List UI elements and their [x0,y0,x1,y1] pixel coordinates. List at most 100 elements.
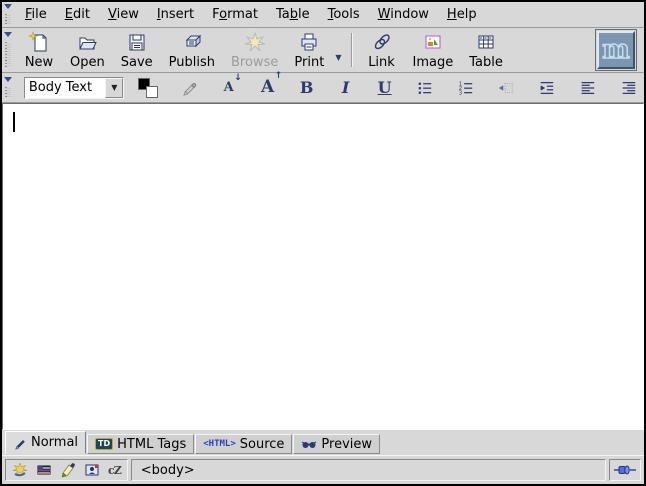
print-dropdown-arrow[interactable]: ▼ [332,53,344,62]
menu-edit[interactable]: Edit [58,5,97,24]
align-right-button[interactable] [618,76,640,100]
toolbar-grippy[interactable] [3,76,13,99]
navigator-icon[interactable] [12,462,28,478]
underline-icon: U [378,80,392,96]
tab-preview[interactable]: Preview [293,434,380,454]
tab-preview-label: Preview [321,437,372,452]
new-label: New [25,55,53,70]
indent-button[interactable] [536,76,558,100]
bullet-list-icon [416,78,434,98]
address-book-icon[interactable] [84,462,100,478]
paragraph-style-select[interactable]: Body Text ▼ [24,77,124,99]
component-bar: cZ [5,459,128,481]
composer-icon[interactable] [60,462,76,478]
link-button[interactable]: Link [359,28,405,73]
highlight-color-button[interactable] [178,76,200,100]
menu-file[interactable]: File [18,5,54,24]
menu-help[interactable]: Help [440,5,484,24]
align-left-button[interactable] [577,76,599,100]
menu-tools[interactable]: Tools [321,5,367,24]
indent-icon [538,78,556,98]
save-label: Save [121,55,153,70]
tab-html-tags-label: HTML Tags [117,437,186,452]
smaller-font-icon: A↓ [224,81,234,94]
mozilla-throbber[interactable]: m [597,31,635,69]
underline-button[interactable]: U [375,76,395,100]
main-toolbar: New Open Save [2,28,644,73]
print-icon [298,31,320,53]
toolbar-separator [351,33,353,67]
numbered-list-icon: 1 2 3 [457,78,475,98]
edit-mode-tabbar: Normal TD HTML Tags <HTML> Source Previe… [2,430,644,455]
publish-icon [181,31,203,53]
bold-button[interactable]: B [297,76,317,100]
text-caret [13,112,15,132]
new-button[interactable]: New [16,28,62,73]
print-button[interactable]: Print [286,28,332,73]
chatzilla-icon[interactable]: cZ [108,464,121,477]
element-path-text: <body> [141,463,195,478]
browse-icon [244,31,266,53]
text-color-picker[interactable] [137,77,158,99]
open-folder-icon [76,31,98,53]
online-status-panel [609,459,641,481]
image-label: Image [413,55,454,70]
outdent-icon [497,78,515,98]
italic-button[interactable]: I [336,76,356,100]
tab-normal-label: Normal [31,435,78,450]
preview-glasses-icon [301,437,317,451]
mail-icon[interactable] [36,462,52,478]
combo-dropdown-arrow[interactable]: ▼ [105,78,123,98]
tab-html-tags[interactable]: TD HTML Tags [87,434,194,454]
publish-label: Publish [169,55,215,70]
menu-format[interactable]: Format [205,5,265,24]
image-icon [422,31,444,53]
background-color-swatch[interactable] [146,86,158,98]
smaller-font-button[interactable]: A↓ [219,76,239,100]
browse-button[interactable]: Browse [223,28,286,73]
table-icon [475,31,497,53]
print-label: Print [294,55,324,70]
new-page-icon [28,31,50,53]
link-icon [371,31,393,53]
html-source-icon: <HTML> [203,439,236,449]
table-label: Table [469,55,503,70]
open-label: Open [70,55,105,70]
bullet-list-button[interactable] [414,76,436,100]
td-tag-icon: TD [95,438,113,450]
save-button[interactable]: Save [113,28,161,73]
larger-font-button[interactable]: A↑ [258,76,278,100]
numbered-list-button[interactable]: 1 2 3 [455,76,477,100]
format-toolbar: Body Text ▼ A↓ A↑ B [2,73,644,103]
italic-icon: I [342,80,349,96]
outdent-button[interactable] [495,76,517,100]
menu-insert[interactable]: Insert [150,5,201,24]
menu-window[interactable]: Window [371,5,436,24]
highlighter-pen-icon [180,78,198,98]
menu-table[interactable]: Table [269,5,317,24]
align-right-icon [620,78,638,98]
image-button[interactable]: Image [405,28,462,73]
toolbar-grippy[interactable] [3,31,14,69]
larger-font-icon: A↑ [261,79,274,96]
pen-icon [13,436,27,450]
table-button[interactable]: Table [461,28,511,73]
online-plug-icon[interactable] [614,463,636,477]
throbber-frame: m [595,29,637,71]
element-path-panel: <body> [131,459,606,481]
publish-button[interactable]: Publish [161,28,223,73]
paragraph-style-value: Body Text [25,78,105,98]
document-edit-area[interactable] [2,103,644,430]
tab-normal[interactable]: Normal [5,431,86,454]
statusbar: cZ <body> [2,455,644,484]
tab-source[interactable]: <HTML> Source [195,434,292,454]
menu-view[interactable]: View [101,5,146,24]
bold-icon: B [300,80,314,96]
open-button[interactable]: Open [62,28,113,73]
toolbar-grippy[interactable] [3,3,14,26]
align-left-icon [579,78,597,98]
link-label: Link [368,55,395,70]
mozilla-m-glyph: m [602,37,630,63]
menubar: File Edit View Insert Format Table Tools… [2,2,644,28]
composer-window: File Edit View Insert Format Table Tools… [0,0,646,486]
